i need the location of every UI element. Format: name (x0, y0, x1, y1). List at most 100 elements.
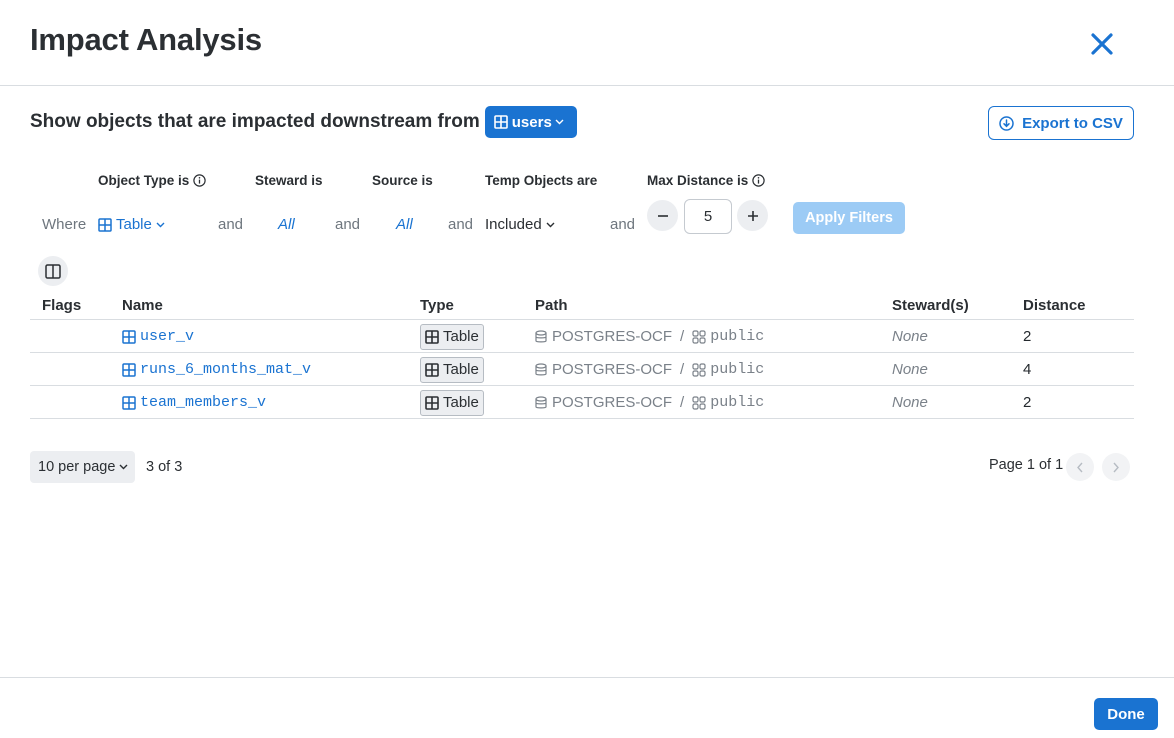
temp-objects-value: Included (485, 216, 542, 233)
export-csv-button[interactable]: Export to CSV (988, 106, 1134, 140)
path-cell: POSTGRES-OCF / public (535, 320, 764, 353)
done-button[interactable]: Done (1094, 698, 1158, 730)
dialog-header: Impact Analysis (0, 0, 1174, 86)
and-label: and (335, 216, 361, 233)
source-object-name: users (511, 113, 552, 131)
object-type-dropdown[interactable]: Table (98, 216, 165, 233)
distance-cell: 4 (1023, 361, 1032, 378)
schema-icon (692, 395, 706, 410)
header-name[interactable]: Name (122, 297, 163, 314)
name-cell[interactable]: runs_6_months_mat_v (122, 353, 311, 386)
info-icon (193, 174, 206, 187)
path-schema: public (710, 394, 765, 411)
chevron-down-icon (555, 119, 564, 125)
table-icon (122, 329, 136, 344)
column-toggle-button[interactable] (38, 256, 68, 286)
apply-filters-button[interactable]: Apply Filters (793, 202, 905, 234)
source-object-selector[interactable]: users (484, 106, 577, 138)
path-separator: / (680, 394, 685, 411)
close-icon[interactable] (1088, 30, 1116, 58)
where-label: Where (42, 216, 87, 233)
header-flags: Flags (42, 297, 82, 314)
and-label: and (610, 216, 636, 233)
table-icon (425, 362, 439, 377)
database-icon (535, 362, 547, 375)
distance-cell: 2 (1023, 328, 1032, 345)
max-distance-input[interactable] (684, 199, 732, 234)
path-schema: public (710, 361, 765, 378)
type-badge: Table (420, 389, 484, 416)
database-icon (535, 395, 547, 408)
footer-divider (0, 677, 1174, 678)
download-icon (999, 115, 1014, 131)
per-page-value: 10 per page (38, 459, 116, 475)
table-icon (493, 115, 508, 129)
type-badge: Table (420, 323, 484, 350)
table-icon (425, 329, 439, 344)
result-count: 3 of 3 (146, 459, 183, 475)
path-schema: public (710, 328, 765, 345)
table-icon (122, 362, 136, 377)
columns-icon (45, 263, 61, 279)
table-row: runs_6_months_mat_v Table POSTGRES-OCF /… (30, 353, 1134, 386)
header-distance[interactable]: Distance (1023, 297, 1086, 314)
export-csv-label: Export to CSV (1022, 114, 1123, 132)
type-badge: Table (420, 356, 484, 383)
path-database: POSTGRES-OCF (552, 328, 673, 345)
database-icon (535, 329, 547, 342)
path-separator: / (680, 361, 685, 378)
per-page-dropdown[interactable]: 10 per page (30, 451, 135, 483)
increment-distance-button[interactable] (737, 200, 768, 231)
info-icon (752, 174, 765, 187)
steward-cell: None (892, 328, 928, 345)
steward-filter-label: Steward is (255, 173, 323, 188)
table-icon (425, 395, 439, 410)
object-name-link[interactable]: user_v (140, 328, 194, 345)
impact-prompt: Show objects that are impacted downstrea… (30, 111, 480, 132)
path-database: POSTGRES-OCF (552, 394, 673, 411)
minus-icon (657, 214, 668, 217)
table-row: user_v Table POSTGRES-OCF / public None … (30, 320, 1134, 353)
type-cell: Table (420, 320, 484, 353)
object-name-link[interactable]: team_members_v (140, 394, 266, 411)
source-dropdown[interactable]: All (396, 216, 413, 233)
header-path[interactable]: Path (535, 297, 568, 314)
temp-objects-dropdown[interactable]: Included (485, 216, 555, 233)
name-cell[interactable]: user_v (122, 320, 194, 353)
header-type[interactable]: Type (420, 297, 454, 314)
page-indicator: Page 1 of 1 (989, 457, 1064, 473)
source-row: Show objects that are impacted downstrea… (30, 106, 577, 138)
steward-dropdown[interactable]: All (278, 216, 295, 233)
name-cell[interactable]: team_members_v (122, 386, 266, 419)
next-page-button[interactable] (1102, 453, 1130, 481)
schema-icon (692, 362, 706, 377)
decrement-distance-button[interactable] (647, 200, 678, 231)
path-separator: / (680, 328, 685, 345)
steward-cell: None (892, 361, 928, 378)
chevron-down-icon (156, 222, 165, 227)
object-type-value: Table (116, 216, 152, 233)
type-cell: Table (420, 386, 484, 419)
header-stewards[interactable]: Steward(s) (892, 297, 969, 314)
object-type-filter-label: Object Type is (98, 173, 206, 188)
max-distance-filter-label: Max Distance is (647, 173, 765, 188)
path-cell: POSTGRES-OCF / public (535, 386, 764, 419)
row-divider (30, 418, 1134, 419)
previous-page-button[interactable] (1066, 453, 1094, 481)
distance-cell: 2 (1023, 394, 1032, 411)
steward-cell: None (892, 394, 928, 411)
chevron-down-icon (119, 464, 128, 470)
chevron-left-icon (1077, 462, 1083, 472)
dialog-title: Impact Analysis (30, 22, 262, 57)
object-name-link[interactable]: runs_6_months_mat_v (140, 361, 311, 378)
chevron-right-icon (1113, 462, 1119, 472)
table-row: team_members_v Table POSTGRES-OCF / publ… (30, 386, 1134, 419)
temp-objects-filter-label: Temp Objects are (485, 173, 598, 188)
schema-icon (692, 329, 706, 344)
source-filter-label: Source is (372, 173, 433, 188)
and-label: and (448, 216, 474, 233)
path-database: POSTGRES-OCF (552, 361, 673, 378)
path-cell: POSTGRES-OCF / public (535, 353, 764, 386)
chevron-down-icon (546, 222, 555, 227)
table-icon (98, 217, 112, 232)
